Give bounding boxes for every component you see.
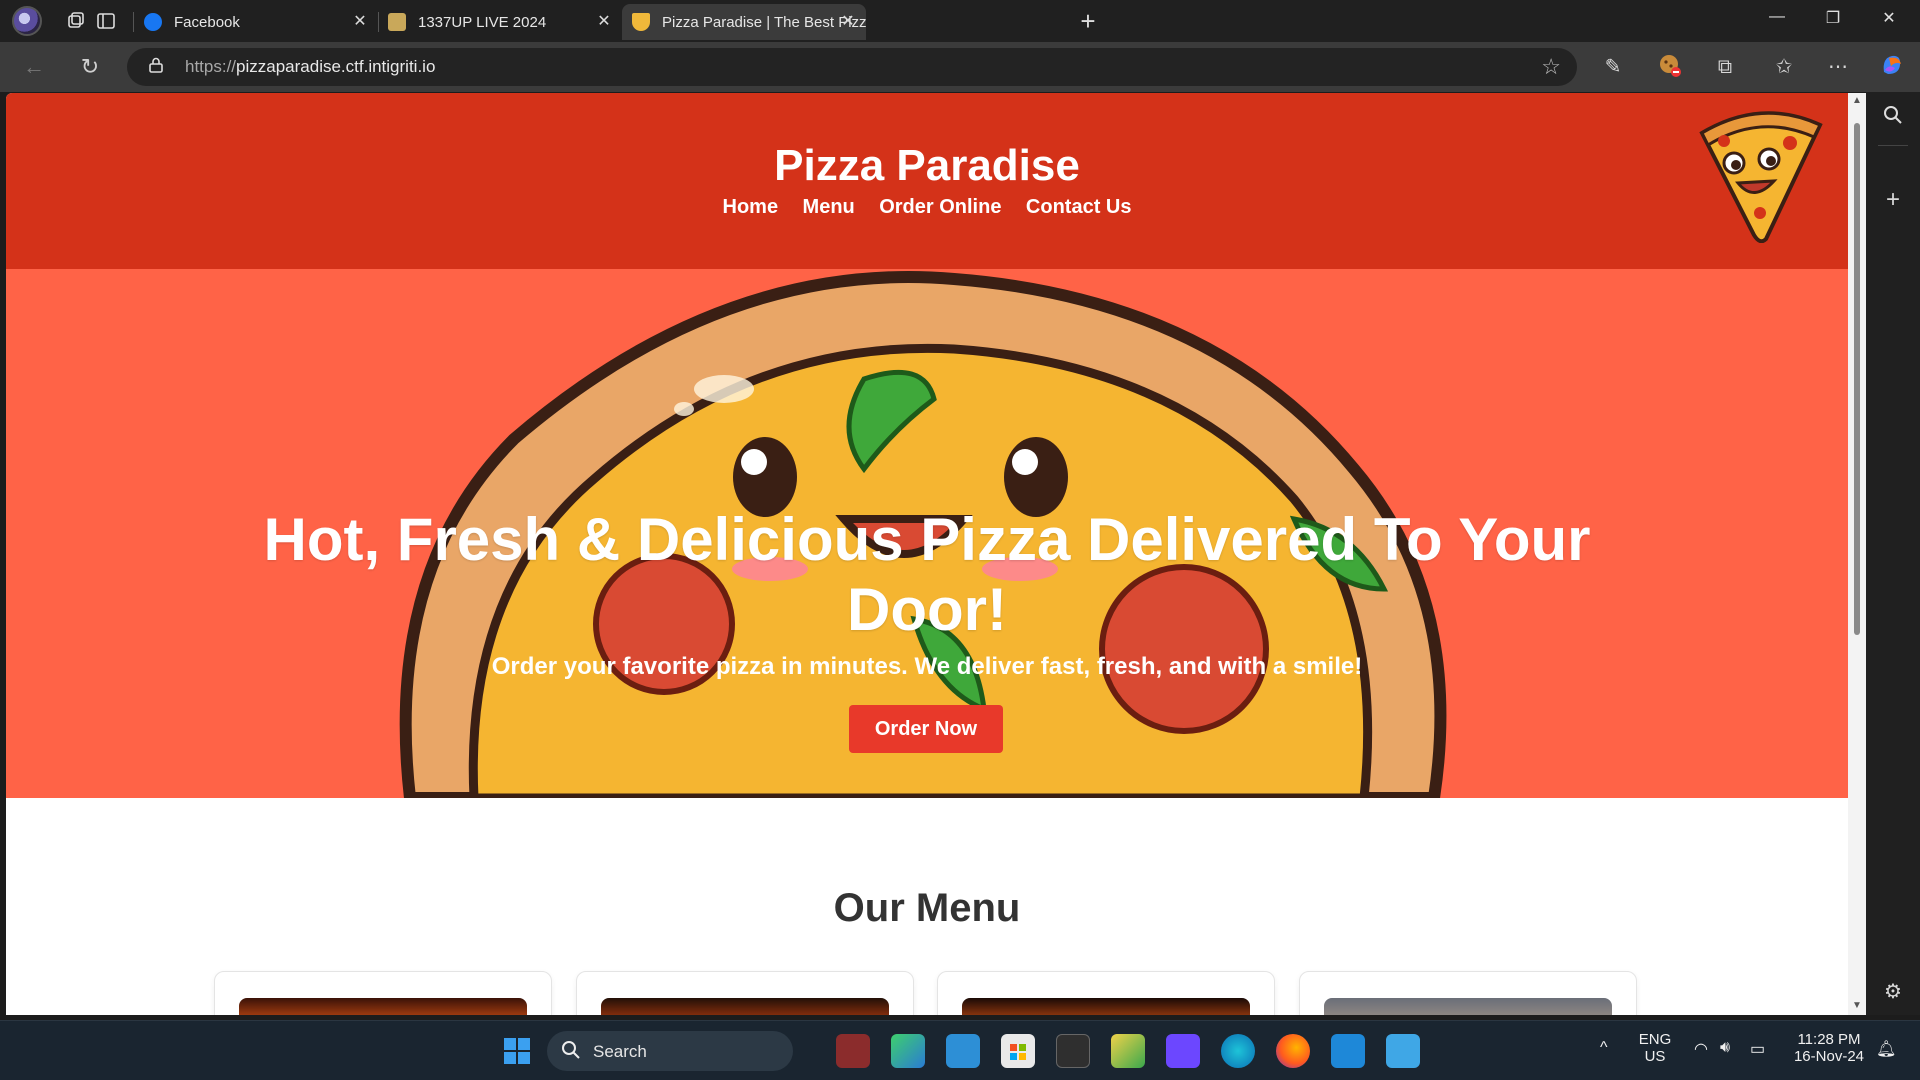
more-menu-icon[interactable]: ⋯ [1823,52,1853,82]
workspaces-icon[interactable] [62,7,90,35]
edge-sidebar: + ⚙ [1866,92,1920,1015]
back-button[interactable]: ← [18,51,50,83]
app-control-panel-icon[interactable] [946,1034,980,1068]
tab-title: Facebook [174,13,240,31]
close-tab-icon[interactable]: ✕ [838,12,858,32]
extension-cookie-icon[interactable] [1655,52,1685,82]
close-window-button[interactable]: ✕ [1866,8,1912,28]
hero-subtitle: Order your favorite pizza in minutes. We… [491,653,1363,680]
restore-button[interactable]: ❐ [1810,8,1856,28]
sidebar-divider [1878,145,1908,146]
language-region: US [1644,1048,1666,1065]
minimize-button[interactable]: — [1754,8,1800,26]
browser-toolbar: ← ↻ https://pizzaparadise.ctf.intigriti.… [0,42,1920,92]
eyedropper-icon[interactable]: ✎ [1598,52,1628,82]
scrollbar-thumb[interactable] [1854,123,1860,635]
profile-avatar[interactable] [12,6,42,36]
menu-item-image [239,998,527,1015]
clock-time: 11:28 PM [1797,1031,1861,1048]
url-protocol: https:// [185,57,237,76]
tab-title: Pizza Paradise | The Best Pizza in T [662,13,866,31]
close-tab-icon[interactable]: ✕ [350,12,370,32]
menu-item-image [1324,998,1612,1015]
address-bar[interactable]: https://pizzaparadise.ctf.intigriti.io ☆ [127,48,1577,86]
page-viewport: Pizza Paradise Home Menu Order Online Co… [6,93,1848,1015]
search-label: Search [593,1042,647,1061]
nav-home[interactable]: Home [723,196,779,218]
page-scrollbar[interactable]: ▲ ▼ [1848,93,1866,1015]
nav-contact-us[interactable]: Contact Us [1026,196,1132,218]
clock-date: 16-Nov-24 [1793,1048,1865,1065]
hero-title: Hot, Fresh & Delicious Pizza Delivered T… [263,506,1591,643]
clock[interactable]: 11:28 PM 16-Nov-24 [1784,1031,1874,1065]
scroll-up-arrow[interactable]: ▲ [1851,96,1863,106]
language-code: ENG [1638,1031,1672,1048]
hero-section: Hot, Fresh & Delicious Pizza Delivered T… [6,269,1848,798]
url-host: pizzaparadise.ctf.intigriti.io [236,57,436,76]
pizza-mascot-logo [1699,111,1823,243]
notepad-icon[interactable] [1386,1034,1420,1068]
1337up-icon [388,13,406,31]
close-tab-icon[interactable]: ✕ [594,12,614,32]
tab-facebook[interactable]: Facebook ✕ [134,4,378,40]
wifi-icon[interactable]: ◠ [1694,1039,1708,1059]
menu-card[interactable] [937,971,1275,1015]
app-bolt-icon[interactable] [1166,1034,1200,1068]
copilot-icon[interactable] [1877,52,1907,82]
edge-browser-icon[interactable] [1221,1034,1255,1068]
language-indicator[interactable]: ENG US [1630,1031,1680,1065]
app-snip-icon[interactable] [1111,1034,1145,1068]
app-red-icon[interactable] [836,1034,870,1068]
menu-card[interactable] [1299,971,1637,1015]
sidebar-search-icon[interactable] [1878,104,1908,134]
windows-taskbar: Search ^ ENG US ◠ 🔊︎ ▭ 11:28 PM 16-Nov-2… [0,1020,1920,1080]
refresh-button[interactable]: ↻ [74,51,106,83]
menu-item-image [601,998,889,1015]
vertical-tabs-icon[interactable] [92,7,120,35]
site-nav: Home Menu Order Online Contact Us [6,196,1848,219]
tab-1337up[interactable]: 1337UP LIVE 2024 ✕ [378,4,622,40]
tab-title: 1337UP LIVE 2024 [418,13,547,31]
show-hidden-icons-chevron[interactable]: ^ [1600,1039,1608,1057]
notification-bell-icon[interactable]: 🔔︎ [1876,1039,1896,1059]
menu-card[interactable] [576,971,914,1015]
battery-icon[interactable]: ▭ [1750,1039,1765,1059]
menu-card[interactable] [214,971,552,1015]
volume-icon[interactable]: 🔊︎ [1720,1039,1730,1057]
nav-order-online[interactable]: Order Online [879,196,1001,218]
menu-item-image [962,998,1250,1015]
sidebar-settings-gear-icon[interactable]: ⚙ [1878,977,1908,1007]
search-icon [562,1041,580,1059]
scroll-down-arrow[interactable]: ▼ [1851,1001,1863,1011]
app-widgets-icon[interactable] [891,1034,925,1068]
favorite-star-icon[interactable]: ☆ [1541,54,1561,80]
favorites-icon[interactable]: ✩ [1769,52,1799,82]
nav-menu[interactable]: Menu [803,196,855,218]
tab-pizza-paradise[interactable]: Pizza Paradise | The Best Pizza in T ✕ [622,4,866,40]
lock-icon[interactable] [149,57,163,73]
vscode-icon[interactable] [1331,1034,1365,1068]
order-now-button[interactable]: Order Now [849,705,1003,753]
site-title: Pizza Paradise [774,141,1080,190]
windows-start-icon[interactable] [500,1034,534,1068]
new-tab-button[interactable]: + [1073,8,1103,34]
browser-titlebar: Facebook ✕ 1337UP LIVE 2024 ✕ Pizza Para… [0,0,1920,42]
sidebar-add-icon[interactable]: + [1878,185,1908,215]
menu-heading: Our Menu [833,886,1021,930]
site-header: Pizza Paradise Home Menu Order Online Co… [6,93,1848,269]
firefox-icon[interactable] [1276,1034,1310,1068]
microsoft-store-icon[interactable] [1001,1034,1035,1068]
facebook-icon [144,13,162,31]
taskbar-search-box[interactable]: Search [547,1031,793,1071]
url-text[interactable]: https://pizzaparadise.ctf.intigriti.io [185,57,435,77]
extensions-puzzle-icon[interactable]: ⧉ [1710,52,1740,82]
terminal-icon[interactable] [1056,1034,1090,1068]
pizza-icon [632,13,650,31]
